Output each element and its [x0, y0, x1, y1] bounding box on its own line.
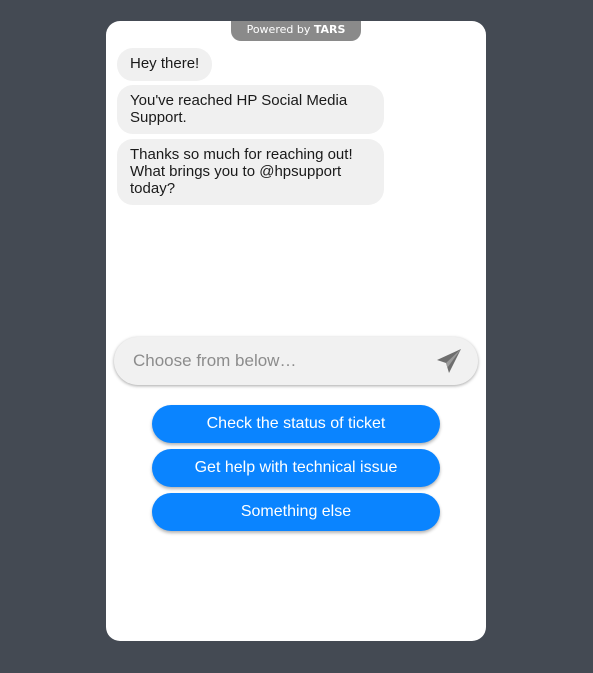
option-check-ticket-status-button[interactable]: Check the status of ticket	[152, 405, 440, 443]
message-input-bar	[114, 337, 478, 385]
paper-plane-icon[interactable]	[435, 347, 463, 375]
chat-widget: Powered by TARS Hey there! You've reache…	[106, 21, 486, 641]
powered-by-brand: TARS	[313, 23, 346, 36]
option-something-else-button[interactable]: Something else	[152, 493, 440, 531]
option-technical-help-button[interactable]: Get help with technical issue	[152, 449, 440, 487]
bot-message: You've reached HP Social Media Support.	[117, 85, 384, 134]
powered-by-badge[interactable]: Powered by TARS	[231, 21, 361, 41]
message-input[interactable]	[133, 337, 423, 385]
bot-message: Hey there!	[117, 48, 213, 81]
bot-message: Thanks so much for reaching out! What br…	[117, 139, 384, 205]
powered-by-prefix: Powered by	[246, 23, 314, 36]
